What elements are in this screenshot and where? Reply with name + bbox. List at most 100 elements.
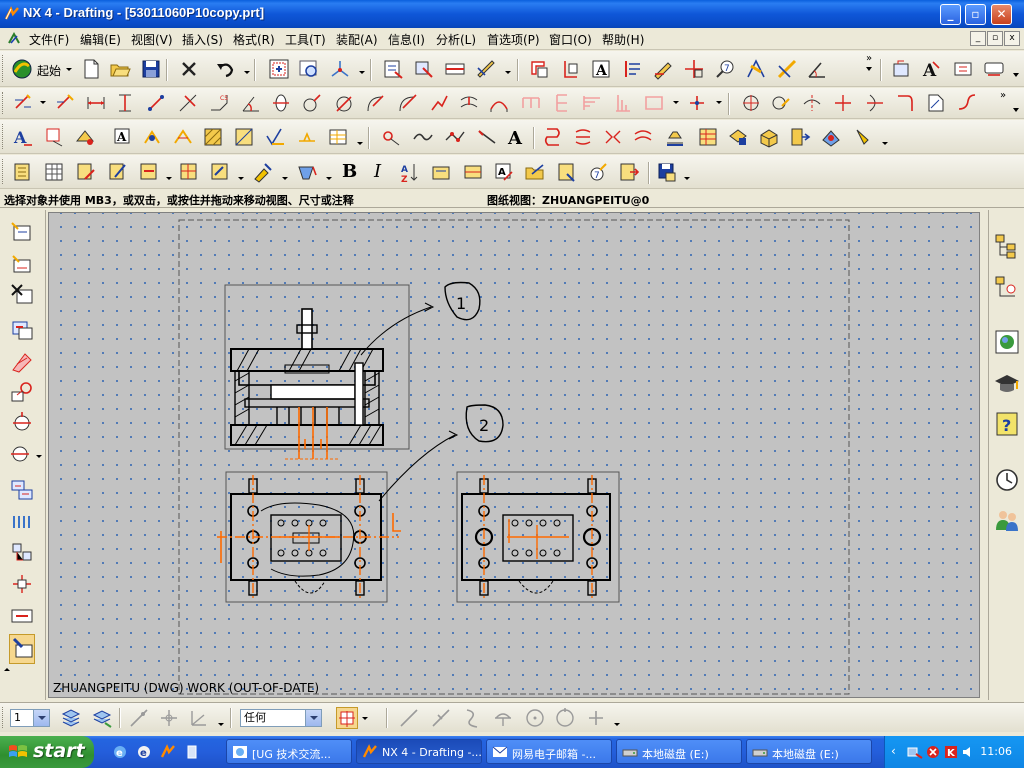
close-button[interactable]: ✕	[991, 4, 1012, 25]
wcs-orient-icon[interactable]	[128, 707, 150, 729]
orient-view-icon[interactable]	[329, 58, 351, 80]
bolt-circle-icon[interactable]	[770, 92, 792, 114]
area-fill-icon[interactable]	[233, 126, 255, 148]
crosshatch-icon[interactable]	[202, 126, 224, 148]
wave-link-icon[interactable]	[820, 126, 842, 148]
broken-view-icon[interactable]	[9, 442, 35, 466]
section-view-icon[interactable]	[528, 58, 550, 80]
view-label-icon[interactable]	[9, 604, 35, 628]
side-view[interactable]	[456, 471, 620, 603]
nx-app-icon[interactable]	[4, 6, 20, 22]
update-table-icon[interactable]	[556, 161, 578, 183]
break-line-icon[interactable]	[542, 126, 564, 148]
roles-icon[interactable]	[993, 506, 1021, 534]
half-section-icon[interactable]	[560, 58, 582, 80]
wcs-rotate-icon[interactable]	[188, 707, 210, 729]
radius-to-center-icon[interactable]	[397, 92, 419, 114]
point-icon[interactable]	[683, 58, 705, 80]
tray-expand-icon[interactable]: ‹	[891, 744, 896, 758]
vertical-baseline-icon[interactable]	[612, 92, 634, 114]
studio-spline-icon[interactable]	[444, 126, 466, 148]
user-symbol-icon[interactable]	[74, 126, 96, 148]
snap-arc-center-icon[interactable]	[524, 707, 546, 729]
menu-tools[interactable]: 工具(T)	[285, 31, 326, 48]
snap-point-icon[interactable]	[585, 707, 607, 729]
undo-icon[interactable]	[214, 58, 236, 80]
dimension-parts-icon[interactable]	[664, 126, 686, 148]
radius-dimension-icon[interactable]	[365, 92, 387, 114]
menu-file[interactable]: 文件(F)	[29, 31, 69, 48]
start-button[interactable]: 起始	[37, 62, 61, 79]
tray-network-icon[interactable]	[907, 744, 923, 760]
offset-center-point-icon[interactable]	[894, 92, 916, 114]
snap-quadrant-icon[interactable]	[554, 707, 576, 729]
text-edit-icon[interactable]: A	[493, 161, 515, 183]
origin-tool-icon[interactable]	[178, 161, 200, 183]
task-netease-mail[interactable]: 网易电子邮箱 -...	[486, 739, 612, 764]
menu-preferences[interactable]: 首选项(P)	[487, 31, 540, 48]
export-table-icon[interactable]	[618, 161, 640, 183]
menu-window[interactable]: 窗口(O)	[549, 31, 592, 48]
part-navigator-icon[interactable]	[993, 232, 1021, 260]
training-icon[interactable]	[993, 370, 1021, 398]
id-symbol-icon[interactable]	[44, 126, 66, 148]
fit-view-icon[interactable]	[268, 58, 290, 80]
zoom-icon[interactable]	[298, 58, 320, 80]
center-mark-icon[interactable]	[740, 92, 762, 114]
open-sheet-icon[interactable]	[9, 252, 35, 276]
origin-icon[interactable]	[686, 92, 708, 114]
highlight-icon[interactable]	[745, 58, 767, 80]
snap-intersection-icon[interactable]	[492, 707, 514, 729]
table-editor-icon[interactable]	[43, 161, 65, 183]
task-ug-forum[interactable]: [UG 技术交流...	[226, 739, 352, 764]
web-browser-icon[interactable]	[993, 328, 1021, 356]
tray-volume-icon[interactable]	[961, 744, 977, 760]
placement-icon[interactable]	[209, 161, 231, 183]
show-desktop-icon[interactable]	[184, 744, 200, 760]
point-create-icon[interactable]	[380, 126, 402, 148]
perpendicular-dimension-icon[interactable]	[177, 92, 199, 114]
toolbar-overflow-1[interactable]: »	[866, 53, 872, 64]
projected-view-icon[interactable]	[475, 58, 497, 80]
history-icon[interactable]	[993, 466, 1021, 494]
mirror-icon[interactable]	[602, 126, 624, 148]
top-view[interactable]	[217, 471, 401, 603]
minimize-button[interactable]: _	[940, 4, 961, 25]
table-measure-icon[interactable]: 7	[587, 161, 609, 183]
weld-symbol-icon[interactable]	[296, 126, 318, 148]
add-view-icon[interactable]	[9, 318, 35, 342]
centerline-2d-icon[interactable]	[832, 92, 854, 114]
horizontal-baseline-icon[interactable]	[581, 92, 603, 114]
feature-control-frame-icon[interactable]	[141, 126, 163, 148]
arrange-icon[interactable]	[430, 161, 452, 183]
tray-app-icon[interactable]: K	[943, 744, 959, 760]
help-icon[interactable]: ?	[993, 410, 1021, 438]
bold-button[interactable]: B	[342, 161, 357, 182]
assembly-navigator-icon[interactable]	[789, 126, 811, 148]
spline-icon[interactable]	[412, 126, 434, 148]
intersection-icon[interactable]	[956, 92, 978, 114]
sketch-icon[interactable]	[652, 58, 674, 80]
note-icon[interactable]: A	[590, 58, 612, 80]
menu-assemblies[interactable]: 装配(A)	[336, 31, 378, 48]
task-local-disk-2[interactable]: 本地磁盘 (E:)	[746, 739, 872, 764]
save-icon[interactable]	[140, 58, 162, 80]
angular-dimension-icon[interactable]	[240, 92, 262, 114]
nx-quicklaunch-icon[interactable]	[160, 744, 176, 760]
horizontal-chain-icon[interactable]	[520, 92, 542, 114]
target-point-icon[interactable]	[925, 92, 947, 114]
text-format-icon[interactable]	[252, 161, 274, 183]
layer-combo[interactable]: 1	[10, 709, 50, 727]
save-table-icon[interactable]	[656, 161, 678, 183]
note-text-icon[interactable]: A	[112, 126, 134, 148]
detail-view-icon[interactable]	[9, 380, 35, 404]
cylindrical-dimension-icon[interactable]	[270, 92, 292, 114]
symmetric-centerline-icon[interactable]	[801, 92, 823, 114]
menu-view[interactable]: 视图(V)	[131, 31, 173, 48]
italic-button[interactable]: I	[374, 161, 381, 182]
move-to-layer-icon[interactable]	[91, 707, 113, 729]
start-button[interactable]: start	[0, 736, 94, 768]
delete-sheet-icon[interactable]	[9, 282, 35, 306]
text-fill-icon[interactable]	[296, 161, 318, 183]
view-boundary-tool-icon[interactable]	[9, 572, 35, 596]
